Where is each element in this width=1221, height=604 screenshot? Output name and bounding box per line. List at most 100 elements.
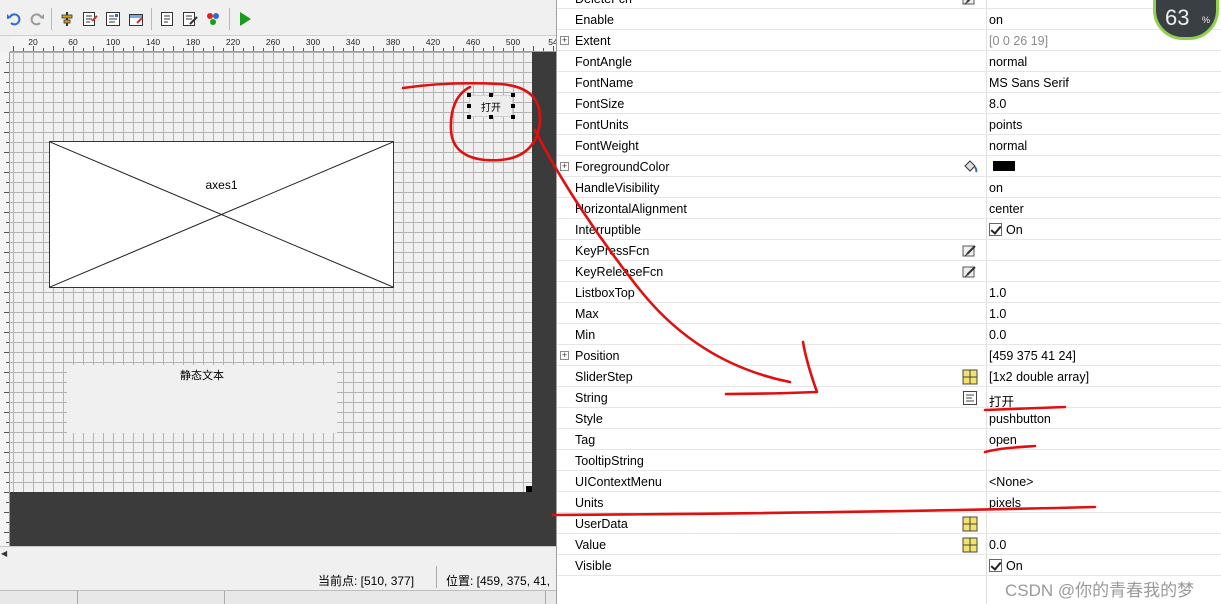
property-name: Max [575, 307, 599, 321]
property-row-style[interactable]: Style pushbutton [557, 408, 1221, 429]
checkbox-checked-icon[interactable] [989, 559, 1002, 572]
property-row-deletefcn[interactable]: DeleteFcn [557, 0, 1221, 9]
property-value[interactable]: normal [989, 139, 1027, 153]
property-row-sliderstep[interactable]: SliderStep [1x2 double array] [557, 366, 1221, 387]
m-file-editor-icon[interactable] [157, 9, 177, 29]
property-row-fontsize[interactable]: FontSize 8.0 [557, 93, 1221, 114]
property-row-keypressfcn[interactable]: KeyPressFcn [557, 240, 1221, 261]
property-row-fontname[interactable]: FontName MS Sans Serif [557, 72, 1221, 93]
expand-icon[interactable]: + [560, 162, 569, 171]
property-row-enable[interactable]: Enable on [557, 9, 1221, 30]
ruler-tick [4, 272, 9, 273]
property-value[interactable]: [1x2 double array] [989, 370, 1089, 384]
ruler-tick [473, 46, 474, 51]
selection-handle[interactable] [489, 115, 493, 119]
selection-handle[interactable] [511, 104, 515, 108]
menu-editor-icon[interactable] [80, 9, 100, 29]
property-row-extent[interactable]: + Extent [0 0 26 19] [557, 30, 1221, 51]
ruler-tick [6, 542, 9, 543]
object-browser-icon[interactable] [203, 9, 223, 29]
undo-icon[interactable] [4, 9, 24, 29]
ruler-tick [6, 502, 9, 503]
tab-order-editor-icon[interactable] [103, 9, 123, 29]
property-value[interactable]: points [989, 118, 1022, 132]
property-value[interactable]: pushbutton [989, 412, 1051, 426]
figure-resize-handle[interactable] [526, 486, 532, 492]
pencil-icon[interactable] [961, 242, 979, 259]
ruler-tick [163, 48, 164, 51]
expand-icon[interactable]: + [560, 351, 569, 360]
property-value[interactable]: [459 375 41 24] [989, 349, 1076, 363]
align-objects-icon[interactable] [57, 9, 77, 29]
property-row-value[interactable]: Value 0.0 [557, 534, 1221, 555]
property-value[interactable]: pixels [989, 496, 1021, 510]
array-editor-icon[interactable] [961, 536, 979, 553]
property-row-keyreleasefcn[interactable]: KeyReleaseFcn [557, 261, 1221, 282]
property-value[interactable]: On [989, 559, 1023, 573]
selection-handle[interactable] [489, 93, 493, 97]
property-value[interactable]: open [989, 433, 1017, 447]
toolbar-editor-icon[interactable] [126, 9, 146, 29]
property-row-position[interactable]: + Position [459 375 41 24] [557, 345, 1221, 366]
property-value[interactable]: MS Sans Serif [989, 76, 1069, 90]
property-row-tooltipstring[interactable]: TooltipString [557, 450, 1221, 471]
property-value[interactable]: normal [989, 55, 1027, 69]
property-row-userdata[interactable]: UserData [557, 513, 1221, 534]
pencil-icon[interactable] [961, 0, 979, 7]
ruler-tick [93, 46, 94, 51]
property-value[interactable] [989, 160, 1015, 174]
property-value[interactable]: [0 0 26 19] [989, 34, 1048, 48]
property-value[interactable]: 1.0 [989, 307, 1006, 321]
color-swatch[interactable] [993, 161, 1015, 171]
ruler-tick [43, 48, 44, 51]
open-pushbutton[interactable]: 打开 [469, 95, 513, 117]
property-value[interactable]: 0.0 [989, 328, 1006, 342]
run-figure-icon[interactable] [235, 9, 255, 29]
property-value[interactable]: on [989, 181, 1003, 195]
property-row-min[interactable]: Min 0.0 [557, 324, 1221, 345]
property-row-fontweight[interactable]: FontWeight normal [557, 135, 1221, 156]
property-value[interactable]: 1.0 [989, 286, 1006, 300]
panel-divider [77, 591, 78, 604]
property-row-uicontextmenu[interactable]: UIContextMenu <None> [557, 471, 1221, 492]
property-row-visible[interactable]: Visible On [557, 555, 1221, 576]
property-row-foregroundcolor[interactable]: + ForegroundColor [557, 156, 1221, 177]
property-value[interactable]: on [989, 13, 1003, 27]
property-row-max[interactable]: Max 1.0 [557, 303, 1221, 324]
property-row-handlevisibility[interactable]: HandleVisibility on [557, 177, 1221, 198]
property-row-tag[interactable]: Tag open [557, 429, 1221, 450]
selection-handle[interactable] [511, 115, 515, 119]
selection-handle[interactable] [467, 115, 471, 119]
ruler-tick [6, 362, 9, 363]
ruler-tick [183, 48, 184, 51]
property-row-fontangle[interactable]: FontAngle normal [557, 51, 1221, 72]
text-editor-icon[interactable] [961, 389, 979, 406]
array-editor-icon[interactable] [961, 515, 979, 532]
checkbox-checked-icon[interactable] [989, 223, 1002, 236]
property-value[interactable]: 8.0 [989, 97, 1006, 111]
axes-component[interactable]: axes1 [49, 141, 394, 288]
property-row-fontunits[interactable]: FontUnits points [557, 114, 1221, 135]
scroll-left-icon[interactable]: ◀ [1, 549, 7, 558]
selection-handle[interactable] [511, 93, 515, 97]
property-row-listboxtop[interactable]: ListboxTop 1.0 [557, 282, 1221, 303]
property-row-interruptible[interactable]: Interruptible On [557, 219, 1221, 240]
property-name: SliderStep [575, 370, 633, 384]
property-row-string[interactable]: String 打开 [557, 387, 1221, 409]
paint-bucket-icon[interactable] [961, 158, 979, 175]
pencil-icon[interactable] [961, 263, 979, 280]
property-value[interactable]: center [989, 202, 1024, 216]
selection-handle[interactable] [467, 104, 471, 108]
selection-handle[interactable] [467, 93, 471, 97]
property-inspector-icon[interactable] [180, 9, 200, 29]
editor-toolbar [0, 0, 556, 36]
expand-icon[interactable]: + [560, 36, 569, 45]
redo-icon[interactable] [27, 9, 47, 29]
property-value[interactable]: 0.0 [989, 538, 1006, 552]
property-row-horizontalalignment[interactable]: HorizontalAlignment center [557, 198, 1221, 219]
static-text-component[interactable]: 静态文本 [67, 365, 337, 433]
property-row-units[interactable]: Units pixels [557, 492, 1221, 513]
property-value[interactable]: <None> [989, 475, 1033, 489]
property-value[interactable]: On [989, 223, 1023, 237]
array-editor-icon[interactable] [961, 368, 979, 385]
